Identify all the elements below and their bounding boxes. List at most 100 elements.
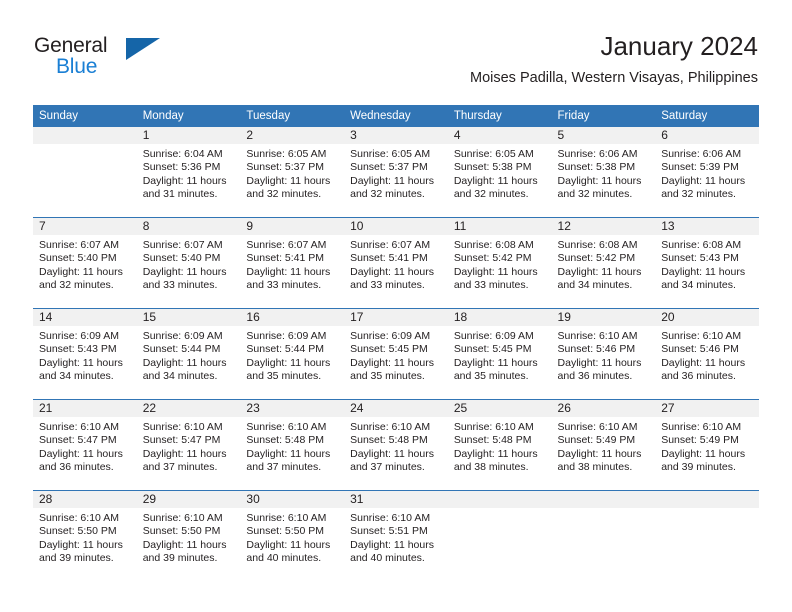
calendar-day-cell[interactable]: 16 Sunrise: 6:09 AM Sunset: 5:44 PM Dayligh… (240, 308, 345, 400)
day-sunrise-text: Sunrise: 6:08 AM (557, 239, 638, 251)
day-sunrise-text: Sunrise: 6:08 AM (661, 239, 742, 251)
day-cell-inner: 22 Sunrise: 6:10 AM Sunset: 5:47 PM Dayligh… (136, 400, 241, 490)
calendar-day-cell[interactable]: 1 Sunrise: 6:04 AM Sunset: 5:36 PM Daylight… (136, 127, 241, 218)
day-daylight1-text: Daylight: 11 hours (453, 265, 538, 278)
day-details (655, 508, 759, 512)
day-daylight1-text: Daylight: 11 hours (39, 447, 123, 460)
day-sunrise-text: Sunrise: 6:06 AM (557, 148, 638, 160)
day-sunset-text: Sunset: 5:43 PM (39, 343, 117, 356)
day-number: 15 (136, 309, 241, 326)
day-details: Sunrise: 6:06 AM Sunset: 5:38 PM Daylight:… (552, 144, 656, 202)
day-sunrise-text: Sunrise: 6:10 AM (39, 421, 119, 433)
calendar-day-cell[interactable]: 19 Sunrise: 6:10 AM Sunset: 5:46 PM Dayligh… (551, 308, 656, 400)
calendar-day-cell[interactable]: 14 Sunrise: 6:09 AM Sunset: 5:43 PM Dayligh… (33, 308, 137, 400)
page-title: January 2024 (600, 31, 758, 61)
calendar-day-cell[interactable]: 8 Sunrise: 6:07 AM Sunset: 5:40 PM Daylight… (136, 217, 241, 309)
day-cell-inner: 17 Sunrise: 6:09 AM Sunset: 5:45 PM Dayligh… (344, 309, 448, 399)
day-daylight2-text: and 40 minutes. (246, 552, 322, 565)
calendar-day-cell[interactable]: 9 Sunrise: 6:07 AM Sunset: 5:41 PM Daylight… (240, 217, 345, 309)
calendar-day-cell[interactable]: 11 Sunrise: 6:08 AM Sunset: 5:42 PM Dayligh… (447, 217, 552, 309)
calendar-day-cell[interactable]: 10 Sunrise: 6:07 AM Sunset: 5:41 PM Dayligh… (344, 217, 448, 309)
calendar-day-cell[interactable]: 15 Sunrise: 6:09 AM Sunset: 5:44 PM Dayligh… (136, 308, 241, 400)
day-details: Sunrise: 6:10 AM Sunset: 5:48 PM Daylight:… (240, 417, 344, 475)
day-details: Sunrise: 6:09 AM Sunset: 5:44 PM Daylight:… (137, 326, 241, 384)
calendar-day-cell[interactable]: 23 Sunrise: 6:10 AM Sunset: 5:48 PM Dayligh… (240, 399, 345, 491)
day-daylight1-text: Daylight: 11 hours (39, 265, 123, 278)
day-sunrise-text: Sunrise: 6:10 AM (246, 421, 327, 433)
day-sunrise-text: Sunrise: 6:10 AM (350, 512, 431, 524)
day-daylight2-text: and 35 minutes. (350, 370, 425, 383)
calendar-week-row: 1 Sunrise: 6:04 AM Sunset: 5:36 PM Daylight… (33, 127, 759, 218)
calendar-day-cell[interactable]: 29 Sunrise: 6:10 AM Sunset: 5:50 PM Dayligh… (136, 490, 241, 581)
calendar-day-cell[interactable]: 28 Sunrise: 6:10 AM Sunset: 5:50 PM Dayligh… (33, 490, 137, 581)
day-daylight2-text: and 32 minutes. (246, 188, 322, 201)
day-daylight2-text: and 32 minutes. (39, 279, 114, 292)
day-details (448, 508, 552, 512)
calendar-table: Sunday Monday Tuesday Wednesday Thursday… (33, 105, 759, 581)
calendar-day-cell[interactable]: 7 Sunrise: 6:07 AM Sunset: 5:40 PM Daylight… (33, 217, 137, 309)
day-number: 27 (655, 400, 759, 417)
day-details: Sunrise: 6:10 AM Sunset: 5:47 PM Daylight:… (137, 417, 241, 475)
day-details: Sunrise: 6:10 AM Sunset: 5:49 PM Daylight:… (655, 417, 759, 475)
day-daylight1-text: Daylight: 11 hours (142, 538, 227, 551)
day-daylight1-text: Daylight: 11 hours (246, 265, 331, 278)
day-sunset-text: Sunset: 5:40 PM (39, 252, 117, 265)
day-details: Sunrise: 6:05 AM Sunset: 5:37 PM Daylight:… (344, 144, 448, 202)
day-sunset-text: Sunset: 5:50 PM (39, 525, 117, 538)
day-sunset-text: Sunset: 5:42 PM (557, 252, 636, 265)
day-daylight1-text: Daylight: 11 hours (350, 265, 434, 278)
day-daylight1-text: Daylight: 11 hours (557, 447, 642, 460)
calendar-day-cell[interactable]: 5 Sunrise: 6:06 AM Sunset: 5:38 PM Daylight… (551, 127, 656, 218)
calendar-day-cell[interactable]: 31 Sunrise: 6:10 AM Sunset: 5:51 PM Dayligh… (344, 490, 448, 581)
calendar-day-cell[interactable]: 21 Sunrise: 6:10 AM Sunset: 5:47 PM Dayligh… (33, 399, 137, 491)
calendar-day-cell[interactable]: 30 Sunrise: 6:10 AM Sunset: 5:50 PM Dayligh… (240, 490, 345, 581)
calendar-day-cell[interactable]: 18 Sunrise: 6:09 AM Sunset: 5:45 PM Dayligh… (447, 308, 552, 400)
day-daylight2-text: and 39 minutes. (39, 552, 114, 565)
day-daylight1-text: Daylight: 11 hours (142, 356, 227, 369)
day-cell-inner (33, 127, 137, 217)
day-daylight1-text: Daylight: 11 hours (39, 538, 123, 551)
day-cell-inner: 4 Sunrise: 6:05 AM Sunset: 5:38 PM Daylight… (447, 127, 552, 217)
calendar-day-cell[interactable]: 25 Sunrise: 6:10 AM Sunset: 5:48 PM Dayligh… (447, 399, 552, 491)
calendar-day-cell[interactable]: 22 Sunrise: 6:10 AM Sunset: 5:47 PM Dayligh… (136, 399, 241, 491)
calendar-day-cell[interactable]: 6 Sunrise: 6:06 AM Sunset: 5:39 PM Daylight… (655, 127, 759, 218)
day-cell-inner: 18 Sunrise: 6:09 AM Sunset: 5:45 PM Dayligh… (447, 309, 552, 399)
day-sunrise-text: Sunrise: 6:10 AM (557, 330, 638, 342)
day-sunset-text: Sunset: 5:47 PM (142, 434, 221, 447)
day-details: Sunrise: 6:07 AM Sunset: 5:41 PM Daylight:… (240, 235, 344, 293)
calendar-day-cell[interactable]: 20 Sunrise: 6:10 AM Sunset: 5:46 PM Dayligh… (655, 308, 759, 400)
day-number: 24 (344, 400, 448, 417)
day-details: Sunrise: 6:04 AM Sunset: 5:36 PM Daylight:… (137, 144, 241, 202)
calendar-day-cell[interactable]: 17 Sunrise: 6:09 AM Sunset: 5:45 PM Dayligh… (344, 308, 448, 400)
day-daylight2-text: and 40 minutes. (350, 552, 425, 565)
calendar-day-cell[interactable]: 27 Sunrise: 6:10 AM Sunset: 5:49 PM Dayligh… (655, 399, 759, 491)
calendar-page: General Blue January 2024 Moises Padilla… (0, 0, 792, 612)
day-number: 28 (33, 491, 137, 508)
day-sunset-text: Sunset: 5:44 PM (246, 343, 325, 356)
day-details: Sunrise: 6:07 AM Sunset: 5:41 PM Daylight:… (344, 235, 448, 293)
day-cell-inner (655, 491, 759, 581)
weekday-header-saturday: Saturday (655, 105, 759, 127)
title-block: January 2024 Moises Padilla, Western Vis… (470, 30, 758, 88)
calendar-day-cell[interactable]: 12 Sunrise: 6:08 AM Sunset: 5:42 PM Dayligh… (551, 217, 656, 309)
calendar-day-cell[interactable]: 3 Sunrise: 6:05 AM Sunset: 5:37 PM Daylight… (344, 127, 448, 218)
day-sunset-text: Sunset: 5:40 PM (142, 252, 221, 265)
weekday-header-monday: Monday (136, 105, 241, 127)
day-daylight1-text: Daylight: 11 hours (453, 447, 538, 460)
day-cell-inner: 24 Sunrise: 6:10 AM Sunset: 5:48 PM Dayligh… (344, 400, 448, 490)
day-sunset-text: Sunset: 5:36 PM (142, 161, 221, 174)
day-sunrise-text: Sunrise: 6:10 AM (661, 421, 742, 433)
calendar-day-cell[interactable]: 13 Sunrise: 6:08 AM Sunset: 5:43 PM Dayligh… (655, 217, 759, 309)
calendar-day-cell[interactable]: 24 Sunrise: 6:10 AM Sunset: 5:48 PM Dayligh… (344, 399, 448, 491)
day-number: 2 (240, 127, 345, 144)
day-daylight1-text: Daylight: 11 hours (453, 174, 538, 187)
calendar-day-cell[interactable]: 2 Sunrise: 6:05 AM Sunset: 5:37 PM Daylight… (240, 127, 345, 218)
day-sunset-text: Sunset: 5:49 PM (661, 434, 739, 447)
day-daylight1-text: Daylight: 11 hours (350, 538, 434, 551)
calendar-day-cell[interactable]: 4 Sunrise: 6:05 AM Sunset: 5:38 PM Daylight… (447, 127, 552, 218)
general-blue-logo[interactable]: General Blue (34, 34, 164, 84)
day-sunset-text: Sunset: 5:50 PM (142, 525, 221, 538)
day-number: 31 (344, 491, 448, 508)
day-daylight2-text: and 37 minutes. (350, 461, 425, 474)
calendar-day-cell[interactable]: 26 Sunrise: 6:10 AM Sunset: 5:49 PM Dayligh… (551, 399, 656, 491)
